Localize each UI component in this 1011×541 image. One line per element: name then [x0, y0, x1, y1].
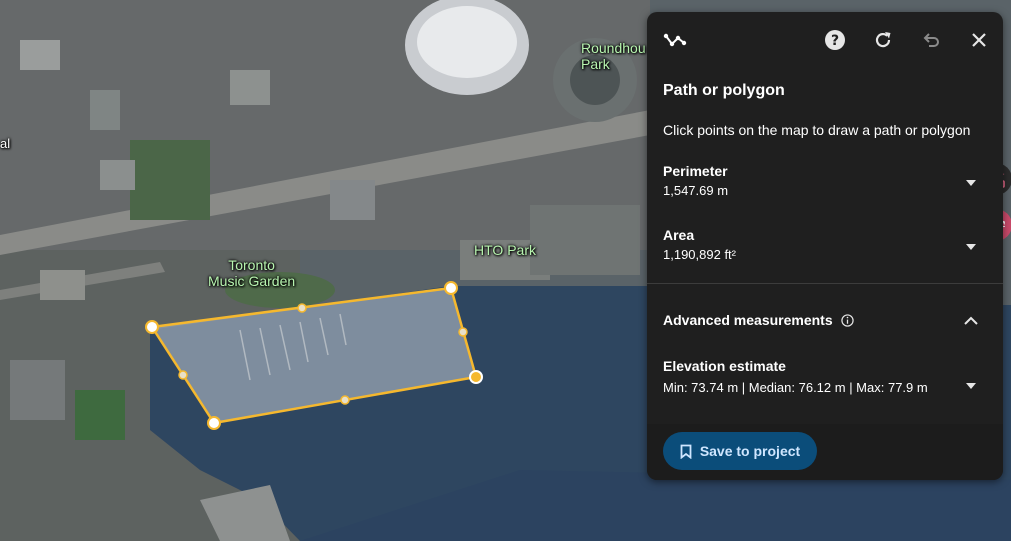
polygon-midpoint [458, 327, 468, 337]
advanced-measurements-toggle[interactable]: Advanced measurements [663, 308, 983, 332]
elevation-value: Min: 73.74 m | Median: 76.12 m | Max: 77… [663, 380, 928, 395]
chevron-down-icon [966, 180, 976, 186]
undo-icon[interactable] [919, 28, 943, 52]
map-label-partial: al [0, 136, 11, 151]
polygon-vertex [469, 370, 483, 384]
area-value: 1,190,892 ft² [663, 247, 736, 262]
panel-title: Path or polygon [663, 82, 785, 99]
help-icon[interactable]: ? [823, 28, 847, 52]
area-unit-dropdown[interactable] [959, 235, 983, 259]
panel-divider [647, 283, 1003, 284]
elevation-unit-dropdown[interactable] [959, 374, 983, 398]
bookmark-icon [680, 444, 692, 459]
perimeter-label: Perimeter [663, 163, 728, 179]
advanced-measurements-label: Advanced measurements [663, 312, 833, 328]
panel-header: ? [647, 12, 1003, 70]
polygon-vertex [145, 320, 159, 334]
panel-footer: Save to project [647, 424, 1003, 480]
elevation-section: Elevation estimate Min: 73.74 m | Median… [663, 358, 983, 398]
polygon-midpoint [340, 395, 350, 405]
svg-text:?: ? [831, 33, 839, 49]
close-icon[interactable] [967, 28, 991, 52]
chevron-down-icon [966, 244, 976, 250]
map-label-toronto-music-garden[interactable]: Toronto Music Garden [208, 257, 295, 289]
save-to-project-button[interactable]: Save to project [663, 432, 817, 470]
perimeter-value: 1,547.69 m [663, 183, 729, 198]
perimeter-unit-dropdown[interactable] [959, 171, 983, 195]
polygon-vertex [444, 281, 458, 295]
chevron-down-icon [966, 383, 976, 389]
area-label: Area [663, 227, 695, 243]
polygon-vertex [207, 416, 221, 430]
polygon-midpoint [178, 370, 188, 380]
save-to-project-label: Save to project [699, 443, 801, 459]
path-tool-icon [663, 28, 687, 52]
info-icon[interactable] [841, 314, 854, 327]
panel-description: Click points on the map to draw a path o… [663, 122, 971, 138]
map-label-roundhouse-park[interactable]: Roundhou Park [581, 40, 646, 72]
measure-panel: ? Path or polygon Click points on the ma… [647, 12, 1003, 480]
polygon-midpoint [297, 303, 307, 313]
perimeter-section: Perimeter 1,547.69 m [663, 163, 983, 198]
refresh-icon[interactable] [871, 28, 895, 52]
area-section: Area 1,190,892 ft² [663, 227, 983, 262]
map-label-hto-park[interactable]: HTO Park [474, 242, 536, 258]
chevron-up-icon[interactable] [959, 308, 983, 332]
elevation-label: Elevation estimate [663, 358, 786, 374]
